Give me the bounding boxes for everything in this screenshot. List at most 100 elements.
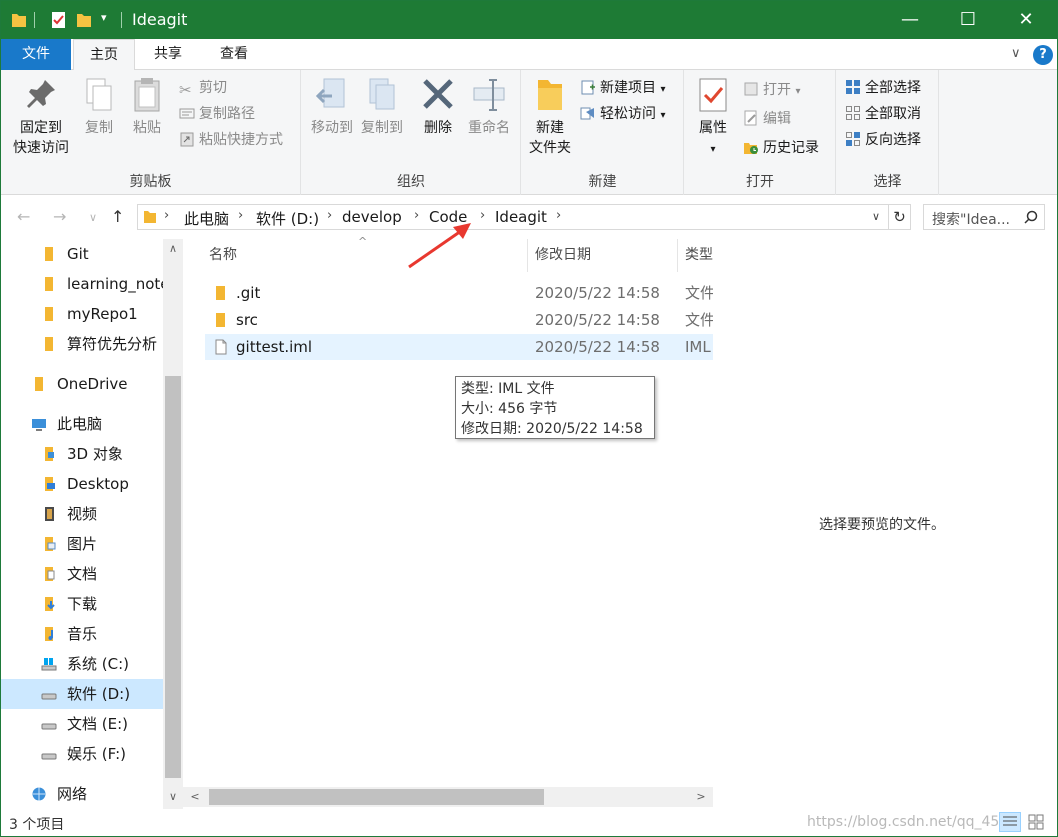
nav-item-drive-f[interactable]: 娱乐 (F:): [1, 739, 163, 769]
nav-item-videos[interactable]: 视频: [1, 499, 163, 529]
scroll-right-arrow-icon[interactable]: >: [691, 787, 711, 807]
tab-share[interactable]: 共享: [137, 39, 199, 70]
cut-button[interactable]: ✂ 剪切: [179, 77, 227, 99]
minimize-button[interactable]: —: [887, 1, 933, 39]
rename-button[interactable]: 重命名: [464, 76, 514, 138]
properties-button[interactable]: 属性 ▾: [693, 76, 733, 160]
nav-pane-scrollbar[interactable]: ∧ ∨: [163, 239, 183, 809]
breadcrumb-separator-icon[interactable]: ›: [556, 208, 561, 223]
folder-icon: [12, 14, 26, 27]
nav-item-music[interactable]: 音乐: [1, 619, 163, 649]
address-history-chevron-icon[interactable]: ∨: [872, 210, 880, 223]
breadcrumb-separator-icon[interactable]: ›: [164, 208, 169, 223]
nav-item-pictures[interactable]: 图片: [1, 529, 163, 559]
breadcrumb-drive-d[interactable]: 软件 (D:): [256, 208, 319, 229]
breadcrumb-separator-icon[interactable]: ›: [327, 208, 332, 223]
paste-button[interactable]: 粘贴: [127, 76, 167, 138]
breadcrumb-separator-icon[interactable]: ›: [238, 208, 243, 223]
search-box[interactable]: 搜索"Idea...: [923, 204, 1045, 230]
nav-item-drive-e[interactable]: 文档 (E:): [1, 709, 163, 739]
nav-item-label: 软件 (D:): [67, 685, 131, 703]
ribbon-collapse-icon[interactable]: ∨: [1011, 46, 1021, 61]
rename-label: 重命名: [468, 120, 510, 136]
delete-button[interactable]: 删除: [418, 76, 458, 138]
title-bar: ▾ Ideagit — ☐ ✕: [1, 1, 1057, 39]
file-row-src[interactable]: src 2020/5/22 14:58 文件: [205, 307, 713, 333]
nav-item-learning-note[interactable]: learning_note: [1, 269, 163, 299]
nav-item-drive-d[interactable]: 软件 (D:): [1, 679, 163, 709]
column-divider[interactable]: [527, 239, 528, 272]
nav-item-documents[interactable]: 文档: [1, 559, 163, 589]
column-header-name[interactable]: 名称: [209, 239, 237, 272]
copy-to-label: 复制到: [361, 120, 403, 136]
nav-item-3d-objects[interactable]: 3D 对象: [1, 439, 163, 469]
recent-locations-chevron-icon[interactable]: ∨: [89, 211, 97, 224]
scrollbar-thumb[interactable]: [209, 789, 544, 805]
paste-shortcut-button[interactable]: 粘贴快捷方式: [179, 129, 283, 151]
paste-shortcut-label: 粘贴快捷方式: [199, 132, 283, 148]
new-item-button[interactable]: 新建项目 ▾: [580, 77, 665, 99]
open-button[interactable]: 打开 ▾: [743, 79, 800, 101]
close-button[interactable]: ✕: [1003, 1, 1049, 39]
select-none-button[interactable]: 全部取消: [845, 103, 921, 125]
large-icons-view-icon[interactable]: [1025, 812, 1047, 832]
refresh-icon[interactable]: ↻: [889, 204, 911, 230]
search-icon[interactable]: [1024, 210, 1038, 224]
copy-button[interactable]: 复制: [79, 76, 119, 138]
scrollbar-thumb[interactable]: [165, 376, 181, 778]
new-folder-icon[interactable]: [76, 11, 92, 29]
tab-home[interactable]: 主页: [73, 39, 135, 71]
back-arrow-icon[interactable]: ←: [17, 207, 30, 226]
breadcrumb-develop[interactable]: develop: [342, 208, 402, 226]
breadcrumb-ideagit[interactable]: Ideagit: [495, 208, 547, 226]
forward-arrow-icon[interactable]: →: [53, 207, 66, 226]
nav-item-this-pc[interactable]: 此电脑: [1, 409, 163, 439]
preview-pane: 选择要预览的文件。: [713, 239, 1057, 809]
onedrive-icon: [35, 377, 43, 391]
folder-icon: [45, 247, 53, 261]
nav-item-onedrive[interactable]: OneDrive: [1, 369, 163, 399]
pin-to-quick-access-button[interactable]: 固定到 快速访问: [9, 76, 73, 158]
cut-label: 剪切: [199, 80, 227, 96]
history-button[interactable]: 历史记录: [743, 137, 819, 159]
breadcrumb-this-pc[interactable]: 此电脑: [184, 208, 229, 229]
scroll-down-arrow-icon[interactable]: ∨: [163, 787, 183, 807]
scroll-up-arrow-icon[interactable]: ∧: [163, 239, 183, 259]
nav-item-network[interactable]: 网络: [1, 779, 163, 809]
nav-item-desktop[interactable]: Desktop: [1, 469, 163, 499]
maximize-button[interactable]: ☐: [945, 1, 991, 39]
nav-item-drive-c[interactable]: 系统 (C:): [1, 649, 163, 679]
invert-selection-button[interactable]: 反向选择: [845, 129, 921, 151]
nav-item-myrepo1[interactable]: myRepo1: [1, 299, 163, 329]
file-list-scrollbar[interactable]: < >: [183, 787, 713, 807]
customize-quick-access-icon[interactable]: ▾: [101, 11, 107, 24]
help-icon[interactable]: ?: [1033, 45, 1053, 65]
easy-access-button[interactable]: 轻松访问 ▾: [580, 103, 665, 125]
nav-item-downloads[interactable]: 下载: [1, 589, 163, 619]
new-folder-button[interactable]: 新建 文件夹: [526, 76, 574, 158]
edit-button[interactable]: 编辑: [743, 108, 791, 130]
column-header-modified[interactable]: 修改日期: [535, 239, 591, 272]
nav-item-label: 文档: [67, 565, 98, 583]
tab-file[interactable]: 文件: [1, 39, 71, 70]
nav-item-git[interactable]: Git: [1, 239, 163, 269]
file-row-git[interactable]: .git 2020/5/22 14:58 文件: [205, 280, 713, 306]
scroll-left-arrow-icon[interactable]: <: [185, 787, 205, 807]
move-to-button[interactable]: 移动到: [306, 76, 358, 138]
column-header-type[interactable]: 类型: [685, 239, 713, 272]
select-all-button[interactable]: 全部选择: [845, 77, 921, 99]
details-view-icon[interactable]: [999, 812, 1021, 832]
copy-path-button[interactable]: 复制路径: [179, 103, 255, 125]
move-to-label: 移动到: [311, 120, 353, 136]
tab-view[interactable]: 查看: [203, 39, 265, 70]
scissors-icon: ✂: [179, 81, 192, 99]
copy-to-button[interactable]: 复制到: [356, 76, 408, 138]
file-row-gittest-iml[interactable]: gittest.iml 2020/5/22 14:58 IML: [205, 334, 713, 360]
open-group: 属性 ▾ 打开 ▾ 编辑 历史记录 打开: [685, 70, 836, 195]
address-bar[interactable]: › 此电脑 › 软件 (D:) › develop › Code › Ideag…: [137, 204, 889, 230]
search-input[interactable]: 搜索"Idea...: [932, 209, 1010, 229]
properties-icon[interactable]: [51, 11, 67, 29]
up-arrow-icon[interactable]: ↑: [111, 207, 124, 226]
nav-item-operator-precedence[interactable]: 算符优先分析: [1, 329, 163, 359]
column-divider[interactable]: [677, 239, 678, 272]
